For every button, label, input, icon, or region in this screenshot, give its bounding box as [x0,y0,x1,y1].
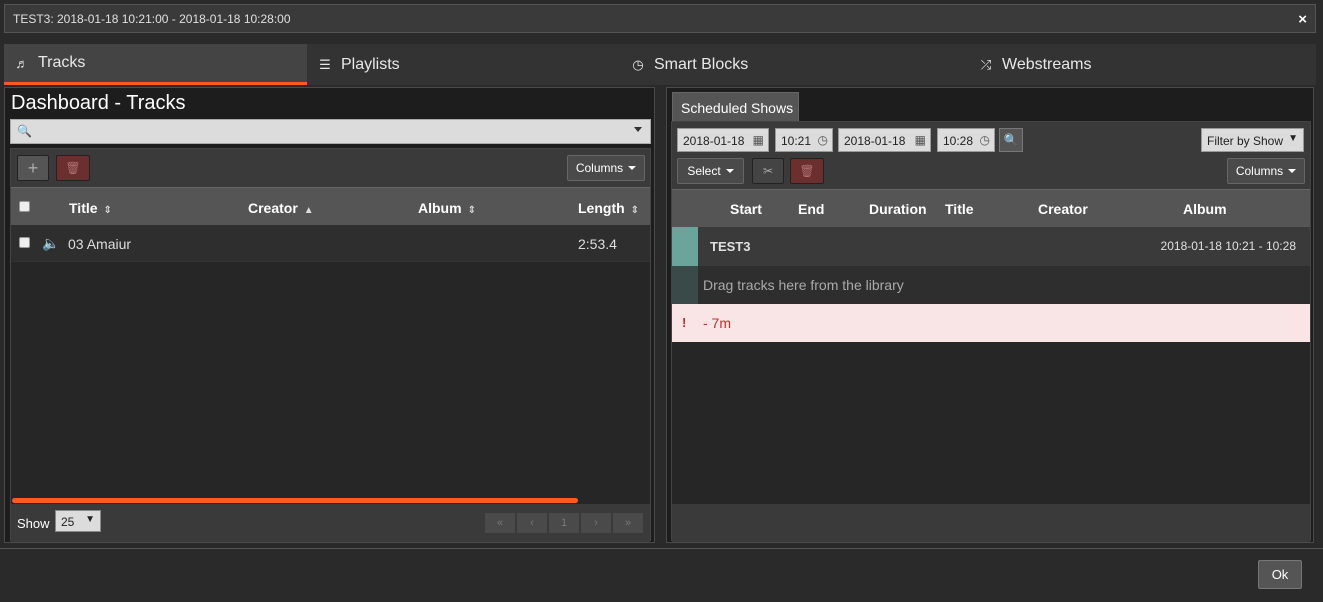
schedule-table: 2018-01-18 ▦ 10:21 ◷ 2018-01-18 ▦ 10:28 … [671,121,1311,542]
start-date-input[interactable]: 2018-01-18 ▦ [677,128,769,152]
pager-page[interactable]: 1 [549,513,579,533]
end-time-input[interactable]: 10:28 ◷ [937,128,995,152]
underbooked-warning-row: ! - 7m [672,304,1310,342]
schedule-panel: Scheduled Shows 2018-01-18 ▦ 10:21 ◷ 201… [666,87,1314,543]
tab-tracks[interactable]: ♬ Tracks [4,44,307,85]
column-length[interactable]: Length ⇕ [578,200,639,216]
columns-button[interactable]: Columns [1227,158,1305,184]
music-note-icon: ♬ [15,55,29,71]
library-tabs: ♬ Tracks ☰ Playlists ◷ Smart Blocks ⤮ We… [4,44,1316,85]
pager-next[interactable]: › [581,513,611,533]
library-footer: Show 25 ▼ « ‹ 1 › » [11,504,650,542]
column-end[interactable]: End [798,201,824,217]
schedule-footer [672,504,1310,542]
delete-button[interactable]: 🗑 [790,158,824,184]
row-checkbox[interactable] [19,237,30,248]
column-title[interactable]: Title [945,201,974,217]
tab-label: Webstreams [1002,55,1092,73]
calendar-icon[interactable]: ▦ [915,133,926,147]
library-toolbar: + 🗑 Columns [11,149,650,187]
dialog-titlebar: TEST3: 2018-01-18 10:21:00 - 2018-01-18 … [4,4,1316,33]
dialog-divider [0,548,1323,549]
delete-button[interactable]: 🗑 [56,155,90,181]
tab-playlists[interactable]: ☰ Playlists [317,44,617,85]
sort-icon: ⇕ [467,205,476,216]
column-album[interactable]: Album [1183,201,1227,217]
chevron-down-icon [725,169,734,173]
show-header-row[interactable]: TEST3 2018-01-18 10:21 - 10:28 [672,227,1310,266]
warning-icon: ! [682,315,687,330]
add-button[interactable]: + [17,155,49,181]
trash-icon: 🗑 [65,161,81,175]
track-title: 03 Amaiur [68,236,132,252]
empty-show-row: Drag tracks here from the library [672,266,1310,304]
pager-first[interactable]: « [485,513,515,533]
clock-icon[interactable]: ◷ [980,133,990,147]
show-color-bar [672,227,698,266]
page-size-select[interactable]: 25 ▼ [55,510,101,532]
table-row[interactable]: 🔈 03 Amaiur 2:53.4 [11,225,650,262]
sort-asc-icon: ▲ [303,205,314,216]
sort-icon: ⇕ [103,205,112,216]
dialog-title: TEST3: 2018-01-18 10:21:00 - 2018-01-18 … [13,12,291,26]
library-table: + 🗑 Columns Title ⇕ Creator ▲ Album ⇕ Lengt… [10,148,651,542]
end-date-input[interactable]: 2018-01-18 ▦ [838,128,931,152]
library-table-header: Title ⇕ Creator ▲ Album ⇕ Length ⇕ [11,187,650,225]
speaker-icon[interactable]: 🔈 [42,235,59,252]
columns-label: Columns [575,161,624,175]
trash-icon: 🗑 [799,164,815,178]
tab-label: Playlists [341,55,400,73]
select-all-checkbox[interactable] [19,201,30,212]
sort-icon: ⇕ [630,205,640,216]
chevron-down-icon: ▼ [1288,133,1298,144]
tab-label: Tracks [38,54,86,71]
remaining-time: - 7m [703,315,731,331]
drag-hint: Drag tracks here from the library [703,277,904,293]
column-creator[interactable]: Creator ▲ [248,200,314,216]
cut-button[interactable]: ✂ [752,158,784,184]
search-input[interactable]: 🔍 [10,119,651,144]
chevron-down-icon [628,166,637,170]
chevron-down-icon: ▼ [85,514,95,525]
columns-button[interactable]: Columns [567,155,645,181]
filter-by-show-select[interactable]: Filter by Show ▼ [1201,128,1304,152]
library-panel: Dashboard - Tracks 🔍 + 🗑 Columns Title ⇕ … [4,87,655,543]
schedule-table-header: Start End Duration Title Creator Album [672,189,1310,227]
column-title[interactable]: Title ⇕ [69,200,112,216]
plus-icon: + [27,157,39,178]
select-button[interactable]: Select [677,158,744,184]
library-heading: Dashboard - Tracks [11,92,186,114]
chevron-down-icon[interactable] [634,127,642,132]
column-start[interactable]: Start [730,201,762,217]
calendar-icon[interactable]: ▦ [753,133,764,147]
tab-webstreams[interactable]: ⤮ Webstreams [978,44,1278,85]
clock-icon[interactable]: ◷ [818,133,828,147]
tab-smart-blocks[interactable]: ◷ Smart Blocks [630,44,930,85]
column-duration[interactable]: Duration [869,201,927,217]
search-button[interactable]: 🔍 [999,128,1023,152]
shuffle-icon: ⤮ [980,56,992,72]
clock-icon: ◷ [632,56,644,72]
show-time-range: 2018-01-18 10:21 - 10:28 [1160,239,1296,253]
pager-prev[interactable]: ‹ [517,513,547,533]
close-icon[interactable]: × [1298,11,1307,28]
chevron-down-icon [1288,169,1297,173]
tab-scheduled-shows[interactable]: Scheduled Shows [672,92,799,122]
schedule-toolbar: 2018-01-18 ▦ 10:21 ◷ 2018-01-18 ▦ 10:28 … [672,122,1310,192]
column-creator[interactable]: Creator [1038,201,1088,217]
search-icon: 🔍 [17,124,32,138]
show-label: Show [17,516,50,531]
start-time-input[interactable]: 10:21 ◷ [775,128,833,152]
horizontal-scrollbar[interactable] [12,498,578,503]
column-album[interactable]: Album ⇕ [418,200,476,216]
list-icon: ☰ [319,56,331,72]
search-icon: 🔍 [1003,133,1019,147]
scissors-icon: ✂ [762,164,774,178]
show-name: TEST3 [710,239,751,254]
show-color-bar [672,266,698,304]
ok-button[interactable]: Ok [1258,560,1302,589]
track-length: 2:53.4 [578,236,617,252]
pager-last[interactable]: » [613,513,643,533]
tab-label: Smart Blocks [654,55,749,73]
